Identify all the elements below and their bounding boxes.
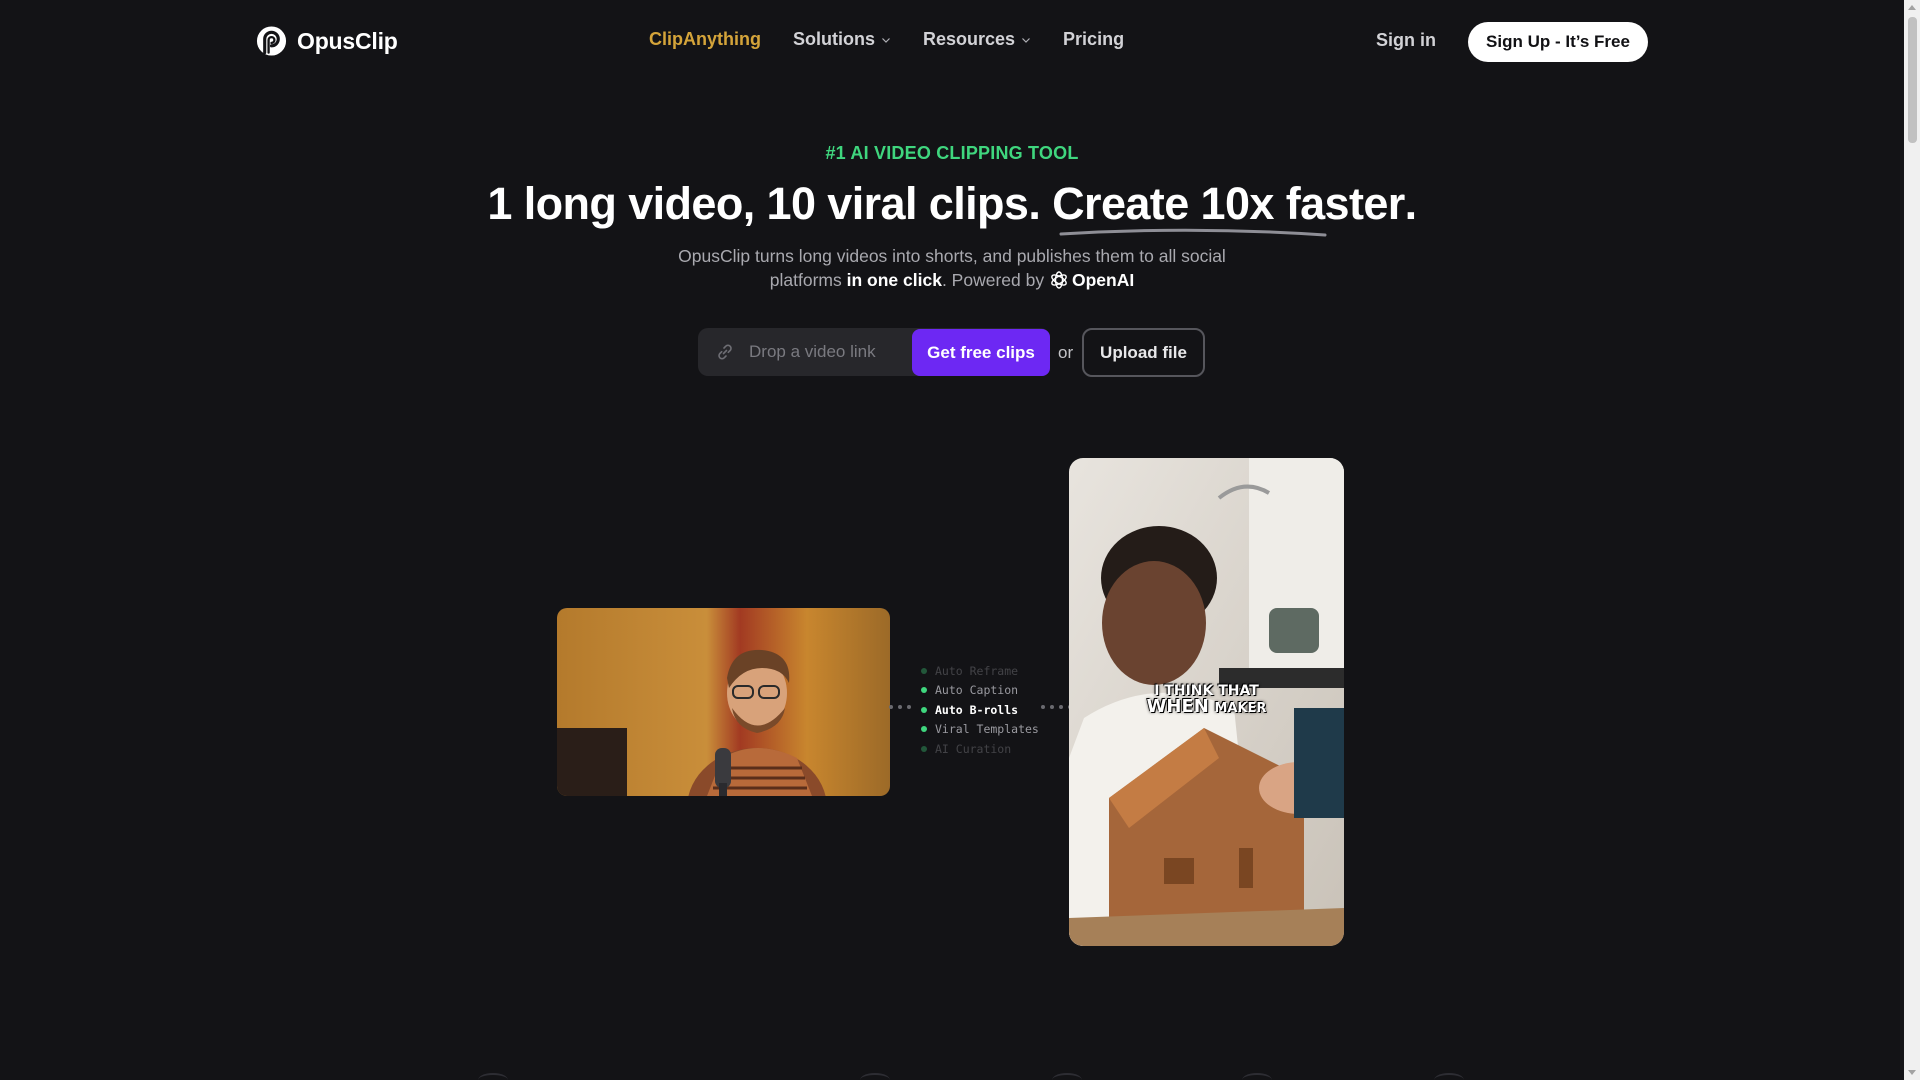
hero-headline: 1 long video, 10 viral clips. Create 10x… — [0, 178, 1904, 237]
scroll-down-icon[interactable] — [1908, 1070, 1916, 1075]
nav-resources[interactable]: Resources — [923, 29, 1031, 50]
feature-label: Auto Reframe — [935, 663, 1019, 678]
brand-name: OpusClip — [297, 27, 398, 54]
nav-label: Pricing — [1063, 29, 1125, 49]
nav-label: Resources — [922, 29, 1016, 49]
scrollbar-thumb[interactable] — [1908, 17, 1917, 143]
caption-word-small: MAKER — [1214, 701, 1267, 716]
podcast-host-image — [557, 608, 890, 796]
next-section-peek — [0, 1073, 1904, 1080]
headline-prefix: 1 long video, 10 viral clips. — [487, 178, 1041, 229]
feature-item: Auto B-rolls — [921, 700, 1039, 720]
bullet-dot — [921, 667, 927, 674]
hero-description: OpusClip turns long videos into shorts, … — [0, 244, 1904, 292]
description-line-2: platforms in one click. Powered by OpenA… — [0, 268, 1904, 292]
nav-label: ClipAnything — [649, 29, 761, 49]
chevron-down-icon — [882, 37, 890, 43]
get-free-clips-button[interactable]: Get free clips — [912, 329, 1050, 376]
source-video-thumbnail — [557, 608, 890, 796]
link-icon — [718, 344, 732, 360]
or-separator: or — [1058, 343, 1074, 362]
bullet-dot — [921, 706, 927, 713]
openai-badge: OpenAI — [1049, 268, 1134, 292]
bullet-dot — [921, 745, 927, 752]
feature-list: Auto Reframe Auto Caption Auto B-rolls V… — [921, 661, 1039, 759]
nav-solutions[interactable]: Solutions — [793, 29, 891, 50]
feature-label: Viral Templates — [935, 722, 1039, 737]
hero-tagline: #1 AI VIDEO CLIPPING TOOL — [825, 143, 1079, 163]
headline-suffix: . — [1404, 178, 1418, 229]
sign-in-link[interactable]: Sign in — [1376, 30, 1436, 51]
headline-highlight-text: Create 10x faster — [1052, 178, 1405, 229]
feature-item: Auto Reframe — [921, 661, 1039, 681]
chevron-down-icon — [1022, 37, 1030, 43]
openai-icon — [1051, 271, 1067, 289]
feature-label: Auto B-rolls — [935, 702, 1019, 717]
sign-up-button[interactable]: Sign Up - It’s Free — [1468, 22, 1648, 62]
bullet-dot — [921, 726, 927, 733]
site-header: OpusClip ClipAnything Solutions Resource… — [0, 0, 1904, 84]
nav-clipanything[interactable]: ClipAnything — [649, 29, 761, 50]
description-text: platforms — [769, 270, 842, 290]
caption-line-2: WHEN MAKER — [1069, 696, 1344, 717]
feature-item: Viral Templates — [921, 720, 1039, 740]
description-emphasis: in one click — [846, 270, 942, 290]
connector-dots-left — [889, 705, 911, 709]
feature-item: AI Curation — [921, 739, 1039, 759]
scroll-up-icon[interactable] — [1908, 5, 1916, 10]
nav-pricing[interactable]: Pricing — [1063, 29, 1124, 50]
page-scrollbar[interactable] — [1904, 0, 1920, 1080]
connector-dots-right — [1041, 705, 1072, 709]
main-nav: ClipAnything Solutions Resources Pricing — [649, 29, 1124, 50]
feature-label: Auto Caption — [935, 683, 1019, 698]
feature-item: Auto Caption — [921, 681, 1039, 701]
bullet-dot — [921, 687, 927, 694]
feature-label: AI Curation — [935, 741, 1012, 756]
caption-word-big: WHEN — [1146, 696, 1209, 717]
headline-underline-decoration — [1059, 228, 1327, 237]
openai-label: OpenAI — [1071, 270, 1135, 290]
brand-logo[interactable]: OpusClip — [255, 24, 398, 58]
nav-label: Solutions — [792, 29, 875, 49]
upload-file-button[interactable]: Upload file — [1082, 328, 1205, 377]
opusclip-logo-icon — [256, 26, 287, 56]
headline-highlight: Create 10x faster — [1052, 178, 1405, 237]
description-line-1: OpusClip turns long videos into shorts, … — [678, 246, 1226, 266]
description-text: . Powered by — [941, 270, 1045, 290]
clip-caption-overlay: I THINK THAT WHEN MAKER — [1069, 684, 1344, 717]
